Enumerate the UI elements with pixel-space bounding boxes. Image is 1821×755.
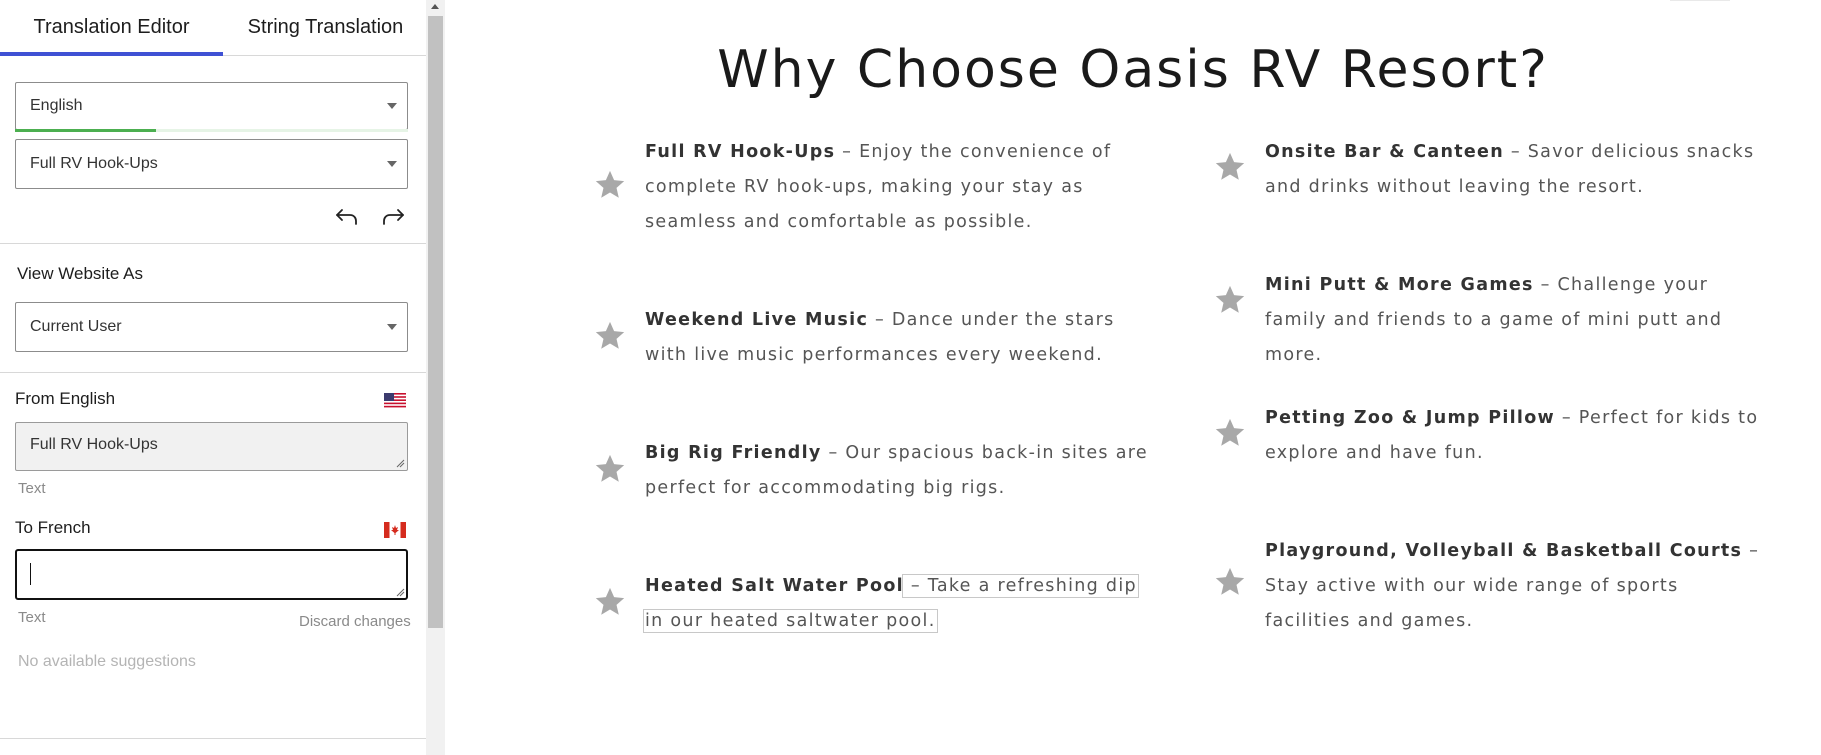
feature-name: Mini Putt & More Games bbox=[1265, 275, 1534, 295]
feature-name: Big Rig Friendly bbox=[645, 443, 822, 463]
feature-name: Full RV Hook-Ups bbox=[645, 142, 836, 162]
star-icon bbox=[1215, 567, 1245, 595]
feature-name: Onsite Bar & Canteen bbox=[1265, 142, 1504, 162]
star-icon bbox=[595, 454, 625, 482]
editor-tabs: Translation Editor String Translation bbox=[0, 0, 428, 56]
chevron-down-icon bbox=[387, 161, 397, 167]
feature-text[interactable]: Onsite Bar & Canteen – Savor delicious s… bbox=[1265, 135, 1770, 205]
star-icon bbox=[1215, 418, 1245, 446]
to-language-title: To French bbox=[15, 518, 91, 537]
section-divider bbox=[0, 738, 428, 739]
scrollbar-thumb[interactable] bbox=[428, 16, 443, 628]
redo-icon bbox=[383, 209, 404, 225]
source-text-field: Full RV Hook-Ups bbox=[15, 422, 408, 471]
redo-button[interactable] bbox=[380, 203, 406, 229]
star-icon bbox=[1215, 285, 1245, 313]
canada-flag-icon bbox=[384, 522, 406, 538]
star-icon bbox=[595, 587, 625, 615]
translation-editor-panel: Translation Editor String Translation En… bbox=[0, 0, 445, 755]
feature-item: Heated Salt Water Pool – Take a refreshi… bbox=[593, 569, 1153, 644]
section-divider bbox=[0, 372, 428, 373]
language-select[interactable]: English bbox=[15, 82, 408, 130]
feature-item: Mini Putt & More Games – Challenge your … bbox=[1213, 268, 1773, 365]
tab-translation-editor[interactable]: Translation Editor bbox=[0, 0, 223, 56]
website-preview: Why Choose Oasis RV Resort? Full RV Hook… bbox=[445, 0, 1821, 755]
star-icon bbox=[595, 321, 625, 349]
star-icon bbox=[1215, 152, 1245, 180]
section-divider bbox=[0, 243, 428, 244]
translation-progress-bar bbox=[15, 129, 408, 132]
feature-item: Full RV Hook-Ups – Enjoy the convenience… bbox=[593, 135, 1153, 245]
suggestions-empty-text: No available suggestions bbox=[18, 653, 196, 670]
feature-item: Onsite Bar & Canteen – Savor delicious s… bbox=[1213, 135, 1773, 210]
string-select[interactable]: Full RV Hook-Ups bbox=[15, 139, 408, 189]
feature-text[interactable]: Full RV Hook-Ups – Enjoy the convenience… bbox=[645, 135, 1150, 240]
view-as-select-value: Current User bbox=[30, 318, 122, 335]
feature-name: Playground, Volleyball & Basketball Cour… bbox=[1265, 541, 1743, 561]
feature-text[interactable]: Playground, Volleyball & Basketball Cour… bbox=[1265, 534, 1770, 639]
tab-translation-editor-label: Translation Editor bbox=[33, 16, 190, 38]
tab-string-translation[interactable]: String Translation bbox=[223, 0, 428, 55]
undo-button[interactable] bbox=[334, 203, 360, 229]
translation-progress-fill bbox=[15, 129, 157, 132]
feature-name: Weekend Live Music bbox=[645, 310, 869, 330]
scroll-up-arrow-icon[interactable] bbox=[431, 4, 439, 9]
feature-text[interactable]: Big Rig Friendly – Our spacious back-in … bbox=[645, 436, 1150, 506]
text-cursor bbox=[30, 563, 31, 585]
resize-handle-icon[interactable] bbox=[396, 459, 405, 468]
discard-changes-link[interactable]: Discard changes bbox=[299, 613, 411, 630]
tab-string-translation-label: String Translation bbox=[247, 16, 404, 38]
feature-name: Heated Salt Water Pool bbox=[645, 576, 904, 596]
feature-text[interactable]: Mini Putt & More Games – Challenge your … bbox=[1265, 268, 1770, 373]
from-language-title: From English bbox=[15, 389, 116, 408]
feature-item: Weekend Live Music – Dance under the sta… bbox=[593, 303, 1153, 378]
translation-type-label: Text bbox=[18, 609, 46, 626]
source-type-label: Text bbox=[18, 480, 46, 497]
us-flag-icon bbox=[384, 393, 406, 409]
editor-scrollbar[interactable] bbox=[426, 0, 445, 755]
view-website-as-title: View Website As bbox=[17, 264, 143, 283]
resize-handle-icon[interactable] bbox=[396, 588, 405, 597]
string-select-value: Full RV Hook-Ups bbox=[30, 155, 158, 172]
page-title: Why Choose Oasis RV Resort? bbox=[717, 40, 1549, 100]
active-tab-indicator bbox=[0, 52, 223, 56]
header-edge bbox=[1670, 0, 1730, 1]
feature-item: Playground, Volleyball & Basketball Cour… bbox=[1213, 534, 1773, 644]
language-select-value: English bbox=[30, 97, 83, 114]
feature-text[interactable]: Petting Zoo & Jump Pillow – Perfect for … bbox=[1265, 401, 1770, 471]
feature-text[interactable]: Weekend Live Music – Dance under the sta… bbox=[645, 303, 1150, 373]
feature-item: Big Rig Friendly – Our spacious back-in … bbox=[593, 436, 1153, 511]
undo-icon bbox=[336, 209, 357, 225]
star-icon bbox=[595, 170, 625, 198]
translation-text-field[interactable] bbox=[15, 549, 408, 600]
feature-text[interactable]: Heated Salt Water Pool – Take a refreshi… bbox=[643, 569, 1150, 639]
view-as-select[interactable]: Current User bbox=[15, 302, 408, 352]
source-text-value: Full RV Hook-Ups bbox=[30, 436, 158, 453]
chevron-down-icon bbox=[387, 324, 397, 330]
feature-name: Petting Zoo & Jump Pillow bbox=[1265, 408, 1556, 428]
feature-item: Petting Zoo & Jump Pillow – Perfect for … bbox=[1213, 401, 1773, 476]
chevron-down-icon bbox=[387, 103, 397, 109]
